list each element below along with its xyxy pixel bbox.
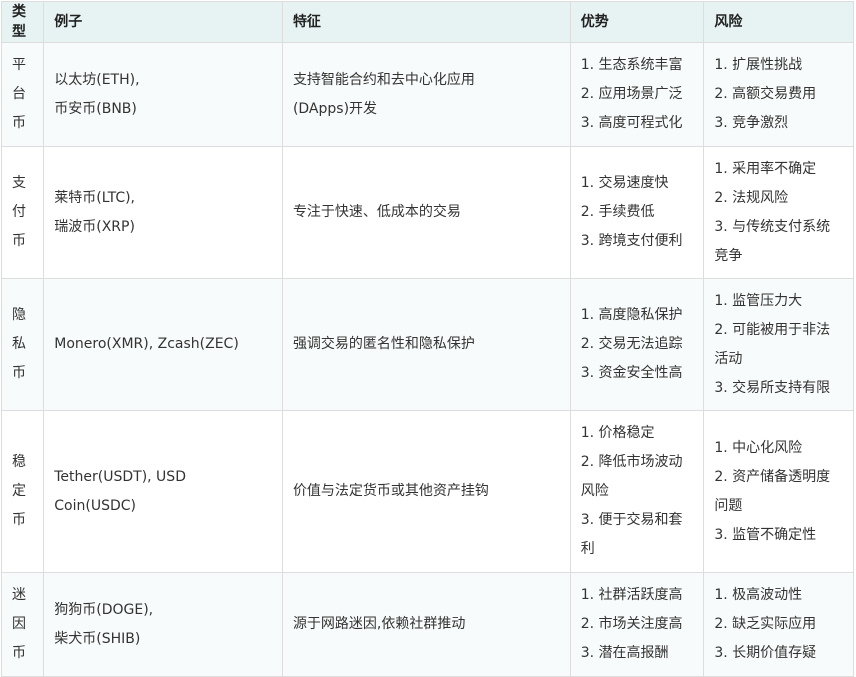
examples-line: 瑞波币(XRP) [54,218,135,235]
features-line: 源于网路迷因,依赖社群推动 [292,616,466,632]
type-cell: 支付币 [0,146,45,279]
advantages-cell: 1. 高度隐私保护 2. 交易无法追踪 3. 资金安全性高 [569,278,705,411]
examples-line: Tether(USDT), USD [54,468,186,485]
type-cell: 迷因币 [0,572,45,677]
features-line: 支持智能合约和去中心化应用 [292,71,475,88]
risks-line: 1. 中心化风险 [714,439,803,456]
advantages-line: 1. 社群活跃度高 [580,587,683,603]
examples-line: 币安币(BNB) [54,100,137,117]
features-cell: 专注于快速、低成本的交易 [281,146,571,279]
advantages-line: 1. 交易速度快 [580,175,669,191]
risks-line: 竞争 [714,247,743,264]
risks-cell: 1. 监管压力大 2. 可能被用于非法 活动 3. 交易所支持有限 [703,278,854,411]
advantages-line: 2. 市场关注度高 [580,616,683,632]
features-line: 价值与法定货币或其他资产挂钩 [292,483,489,499]
risks-line: 3. 竞争激烈 [714,115,789,131]
examples-line: 柴犬币(SHIB) [54,630,141,647]
type-line: 支付 [12,175,26,220]
header-features: 特征 [281,1,571,43]
header-examples: 例子 [43,1,283,43]
advantages-line: 3. 跨境支付便利 [580,233,683,249]
examples-cell: Monero(XMR), Zcash(ZEC) [43,278,283,411]
type-line: 币 [12,233,26,249]
features-line: 强调交易的匿名性和隐私保护 [292,336,475,352]
type-line: 币 [12,115,26,131]
type-cell: 隐私币 [0,278,45,411]
advantages-line: 1. 价格稳定 [580,425,655,441]
risks-line: 2. 资产储备透明度 [714,468,831,485]
risks-line: 2. 高额交易费用 [714,86,817,102]
examples-cell: 莱特币(LTC), 瑞波币(XRP) [43,146,283,279]
features-cell: 支持智能合约和去中心化应用 (DApps)开发 [281,42,571,147]
risks-cell: 1. 中心化风险 2. 资产储备透明度 问题 3. 监管不确定性 [703,410,854,573]
header-advantages: 优势 [569,1,705,43]
risks-line: 1. 扩展性挑战 [714,57,803,73]
examples-line: 莱特币(LTC), [54,189,136,206]
type-line: 币 [12,645,26,661]
risks-line: 2. 法规风险 [714,189,789,206]
advantages-line: 3. 潜在高报酬 [580,645,669,661]
advantages-line: 3. 高度可程式化 [580,115,683,131]
header-type: 类型 [0,1,45,43]
advantages-line: 2. 手续费低 [580,204,655,220]
type-line: 币 [12,365,26,381]
advantages-line: 3. 资金安全性高 [580,365,683,381]
advantages-cell: 1. 社群活跃度高 2. 市场关注度高 3. 潜在高报酬 [569,572,705,677]
type-line: 稳定 [12,454,26,499]
examples-line: Coin(USDC) [54,497,136,514]
type-line: 迷因 [12,587,26,632]
risks-line: 1. 采用率不确定 [714,160,817,177]
features-cell: 源于网路迷因,依赖社群推动 [281,572,571,677]
advantages-line: 2. 降低市场波动 [580,454,683,470]
risks-line: 3. 监管不确定性 [714,526,817,543]
examples-line: 狗狗币(DOGE), [54,601,154,618]
risks-line: 3. 与传统支付系统 [714,218,831,235]
examples-cell: Tether(USDT), USD Coin(USDC) [43,410,283,573]
features-cell: 价值与法定货币或其他资产挂钩 [281,410,571,573]
advantages-line: 3. 便于交易和套 [580,512,683,528]
type-line: 平台 [12,57,26,102]
risks-line: 1. 极高波动性 [714,587,803,603]
examples-line: Monero(XMR), Zcash(ZEC) [54,336,239,352]
risks-cell: 1. 扩展性挑战 2. 高额交易费用 3. 竞争激烈 [703,42,854,147]
advantages-line: 2. 交易无法追踪 [580,336,683,352]
features-line: (DApps)开发 [292,100,378,117]
risks-cell: 1. 采用率不确定 2. 法规风险 3. 与传统支付系统 竞争 [703,146,854,279]
crypto-comparison-table: 类型 例子 特征 优势 风险 平台币以太坊(ETH), 币安币(BNB) 支持智能合… [0,1,854,677]
table-row: 迷因币狗狗币(DOGE), 柴犬币(SHIB) 源于网路迷因,依赖社群推动 1. 社群… [0,572,854,677]
advantages-line: 1. 高度隐私保护 [580,307,683,323]
examples-line: 以太坊(ETH), [54,71,140,88]
header-row: 类型 例子 特征 优势 风险 [0,1,854,43]
risks-line: 3. 交易所支持有限 [714,379,831,396]
advantages-cell: 1. 生态系统丰富 2. 应用场景广泛 3. 高度可程式化 [569,42,705,147]
header-risks: 风险 [703,1,854,43]
table-row: 隐私币 Monero(XMR), Zcash(ZEC) 强调交易的匿名性和隐私保护 1… [0,278,854,411]
type-cell: 稳定币 [0,410,45,573]
advantages-line: 1. 生态系统丰富 [580,57,683,73]
risks-line: 1. 监管压力大 [714,292,803,309]
risks-line: 2. 可能被用于非法 [714,321,831,338]
risks-line: 问题 [714,497,743,514]
risks-cell: 1. 极高波动性 2. 缺乏实际应用 3. 长期价值存疑 [703,572,854,677]
type-line: 隐私 [12,307,26,352]
risks-line: 2. 缺乏实际应用 [714,616,817,632]
type-line: 币 [12,512,26,528]
features-line: 专注于快速、低成本的交易 [292,204,461,220]
table-header: 类型 例子 特征 优势 风险 [0,1,854,43]
advantages-line: 利 [580,541,595,557]
features-cell: 强调交易的匿名性和隐私保护 [281,278,571,411]
table-row: 稳定币 Tether(USDT), USD Coin(USDC) 价值与法定货币或其他… [0,410,854,573]
risks-line: 3. 长期价值存疑 [714,645,817,661]
advantages-cell: 1. 交易速度快 2. 手续费低 3. 跨境支付便利 [569,146,705,279]
advantages-cell: 1. 价格稳定 2. 降低市场波动 风险 3. 便于交易和套利 [569,410,705,573]
table-row: 平台币以太坊(ETH), 币安币(BNB) 支持智能合约和去中心化应用 (DApps)… [0,42,854,147]
type-cell: 平台币 [0,42,45,147]
table-body: 平台币以太坊(ETH), 币安币(BNB) 支持智能合约和去中心化应用 (DApps)… [0,42,854,677]
examples-cell: 狗狗币(DOGE), 柴犬币(SHIB) [43,572,283,677]
examples-cell: 以太坊(ETH), 币安币(BNB) [43,42,283,147]
table-row: 支付币莱特币(LTC), 瑞波币(XRP) 专注于快速、低成本的交易 1. 交易速度快… [0,146,854,279]
advantages-line: 风险 [580,483,609,499]
risks-line: 活动 [714,350,743,367]
advantages-line: 2. 应用场景广泛 [580,86,683,102]
